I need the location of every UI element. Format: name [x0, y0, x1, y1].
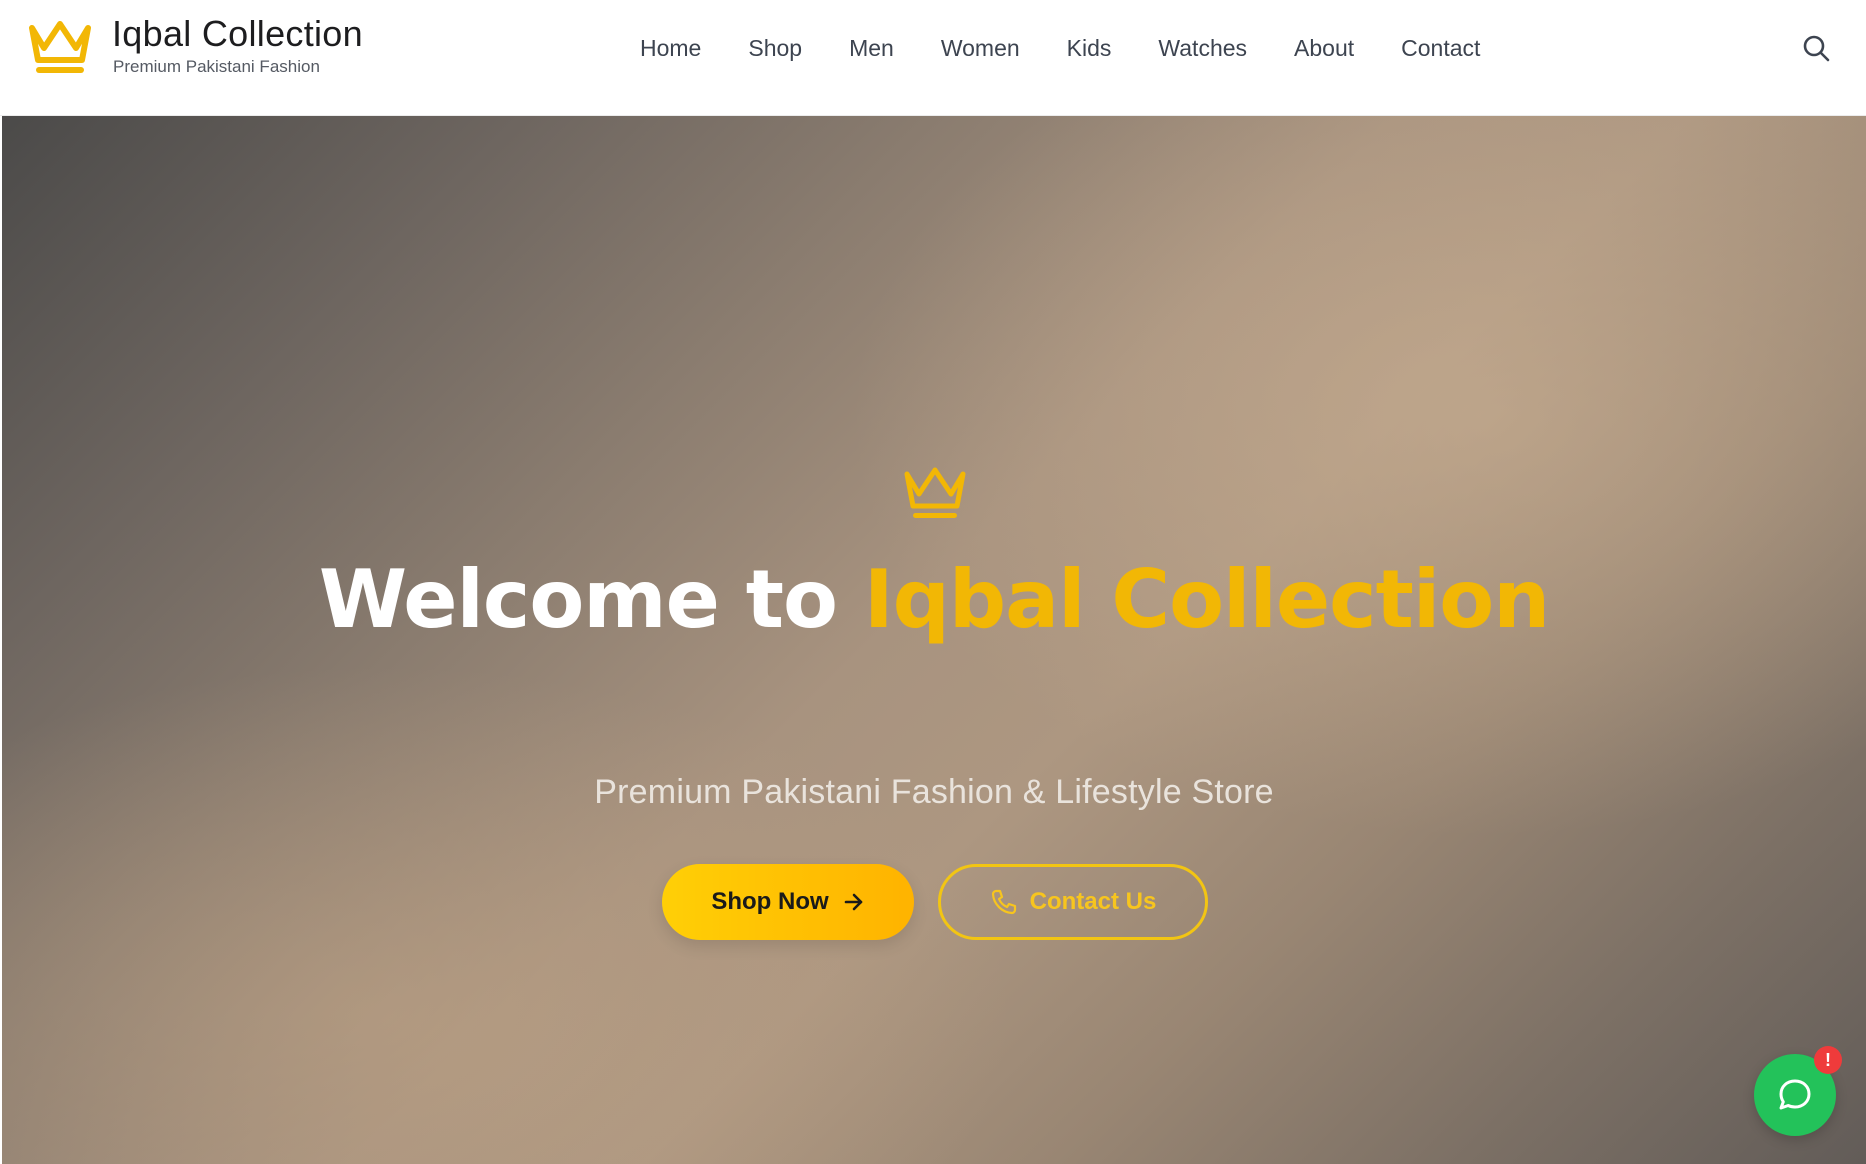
hero-title: Welcome to Iqbal Collection — [2, 556, 1866, 644]
nav-item-men[interactable]: Men — [849, 32, 894, 64]
phone-icon — [991, 889, 1016, 915]
chat-notification-badge: ! — [1814, 1046, 1842, 1074]
hero-subtitle: Premium Pakistani Fashion & Lifestyle St… — [594, 773, 1274, 811]
hero-section: Welcome to Iqbal Collection Premium Paki… — [2, 116, 1866, 1164]
contact-us-label: Contact Us — [1029, 888, 1157, 915]
brand-name[interactable]: Iqbal Collection — [112, 14, 363, 54]
chat-bubble-icon — [1779, 1079, 1811, 1110]
nav-item-contact[interactable]: Contact — [1401, 32, 1480, 64]
brand-tagline: Premium Pakistani Fashion — [113, 57, 320, 76]
shop-now-button[interactable]: Shop Now — [662, 864, 914, 940]
crown-icon[interactable] — [26, 16, 94, 76]
nav-item-watches[interactable]: Watches — [1158, 32, 1247, 64]
hero-title-lead: Welcome to — [318, 553, 864, 646]
hero-title-brand: Iqbal Collection — [863, 553, 1550, 646]
nav-item-kids[interactable]: Kids — [1067, 32, 1112, 64]
shop-now-label: Shop Now — [711, 888, 829, 915]
search-icon[interactable] — [1800, 32, 1832, 64]
nav-item-home[interactable]: Home — [640, 32, 701, 64]
nav-item-shop[interactable]: Shop — [748, 32, 802, 64]
nav-item-about[interactable]: About — [1294, 32, 1354, 64]
main-nav: Home Shop Men Women Kids Watches About C… — [640, 30, 1480, 66]
site-header: Iqbal Collection Premium Pakistani Fashi… — [0, 0, 1866, 116]
contact-us-button[interactable]: Contact Us — [938, 864, 1208, 940]
crown-icon — [904, 467, 966, 518]
arrow-right-icon — [844, 893, 862, 911]
nav-item-women[interactable]: Women — [941, 32, 1020, 64]
